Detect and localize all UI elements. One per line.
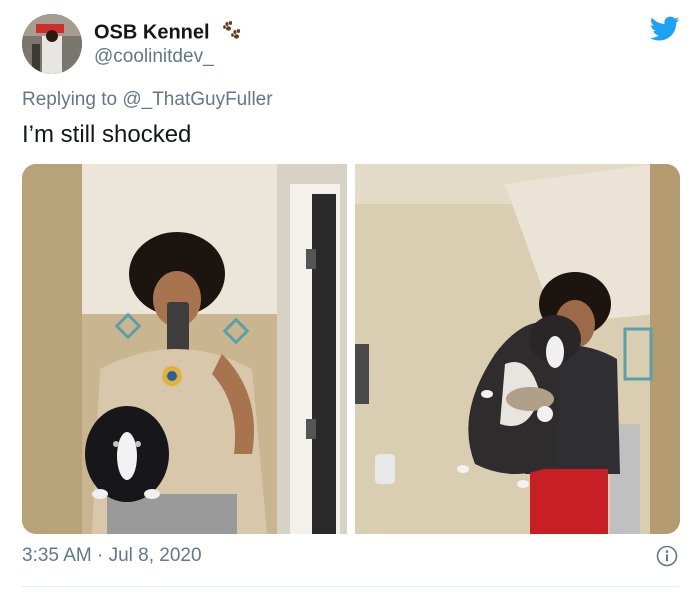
info-icon[interactable]: [656, 545, 678, 572]
display-name-text: OSB Kennel: [94, 21, 210, 44]
media-grid: [22, 164, 680, 534]
twitter-bird-icon[interactable]: [649, 16, 680, 47]
reply-context: Replying to @_ThatGuyFuller: [22, 89, 273, 111]
user-handle[interactable]: @coolinitdev_: [94, 46, 214, 68]
tweet-card: OSB Kennel @coolinitdev_ Replying to @_T…: [0, 0, 700, 595]
reply-mention-link[interactable]: @_ThatGuyFuller: [122, 89, 272, 110]
photo-left[interactable]: [22, 164, 347, 534]
tweet-timestamp[interactable]: 3:35 AM · Jul 8, 2020: [22, 545, 202, 567]
avatar[interactable]: [22, 14, 82, 74]
tweet-text: I’m still shocked: [22, 121, 192, 148]
photo-right[interactable]: [355, 164, 680, 534]
display-name[interactable]: OSB Kennel: [94, 20, 243, 46]
paw-prints-icon: [221, 20, 243, 46]
divider: [22, 586, 678, 587]
reply-prefix: Replying to: [22, 89, 118, 110]
